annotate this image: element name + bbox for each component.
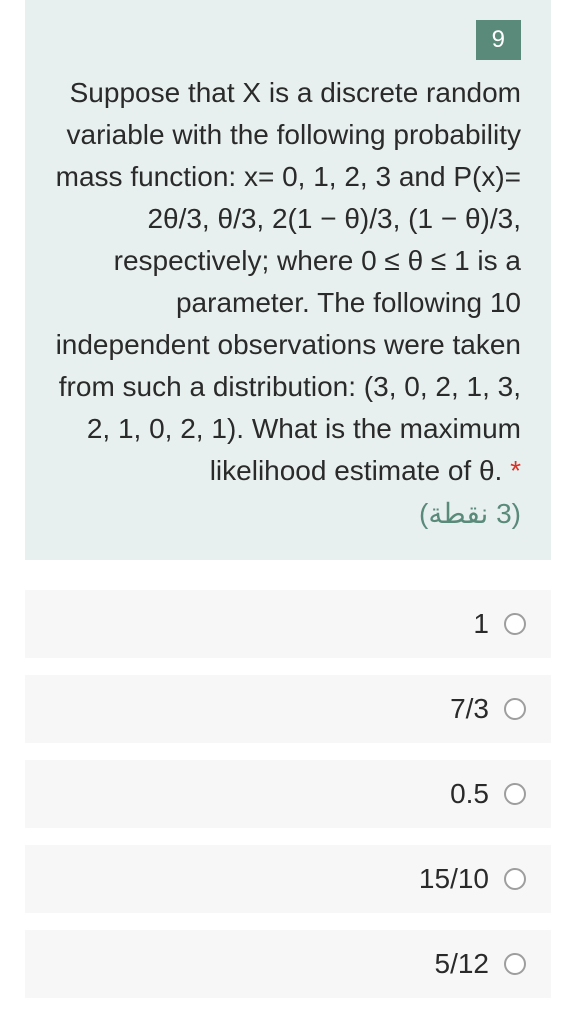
question-points: (3 نقطة) [55, 497, 521, 530]
question-header: 9 Suppose that X is a discrete random va… [25, 0, 551, 560]
radio-icon [504, 868, 526, 890]
option-label: 7/3 [450, 693, 489, 725]
option-row[interactable]: 1 [25, 590, 551, 658]
option-row[interactable]: 15/10 [25, 845, 551, 913]
radio-icon [504, 783, 526, 805]
option-row[interactable]: 0.5 [25, 760, 551, 828]
option-label: 0.5 [450, 778, 489, 810]
option-row[interactable]: 7/3 [25, 675, 551, 743]
option-label: 15/10 [419, 863, 489, 895]
radio-icon [504, 613, 526, 635]
option-label: 5/12 [435, 948, 490, 980]
option-label: 1 [473, 608, 489, 640]
option-row[interactable]: 5/12 [25, 930, 551, 998]
required-mark: * [510, 455, 521, 486]
radio-icon [504, 698, 526, 720]
question-number: 9 [476, 20, 521, 60]
radio-icon [504, 953, 526, 975]
question-text: Suppose that X is a discrete random vari… [55, 72, 521, 492]
